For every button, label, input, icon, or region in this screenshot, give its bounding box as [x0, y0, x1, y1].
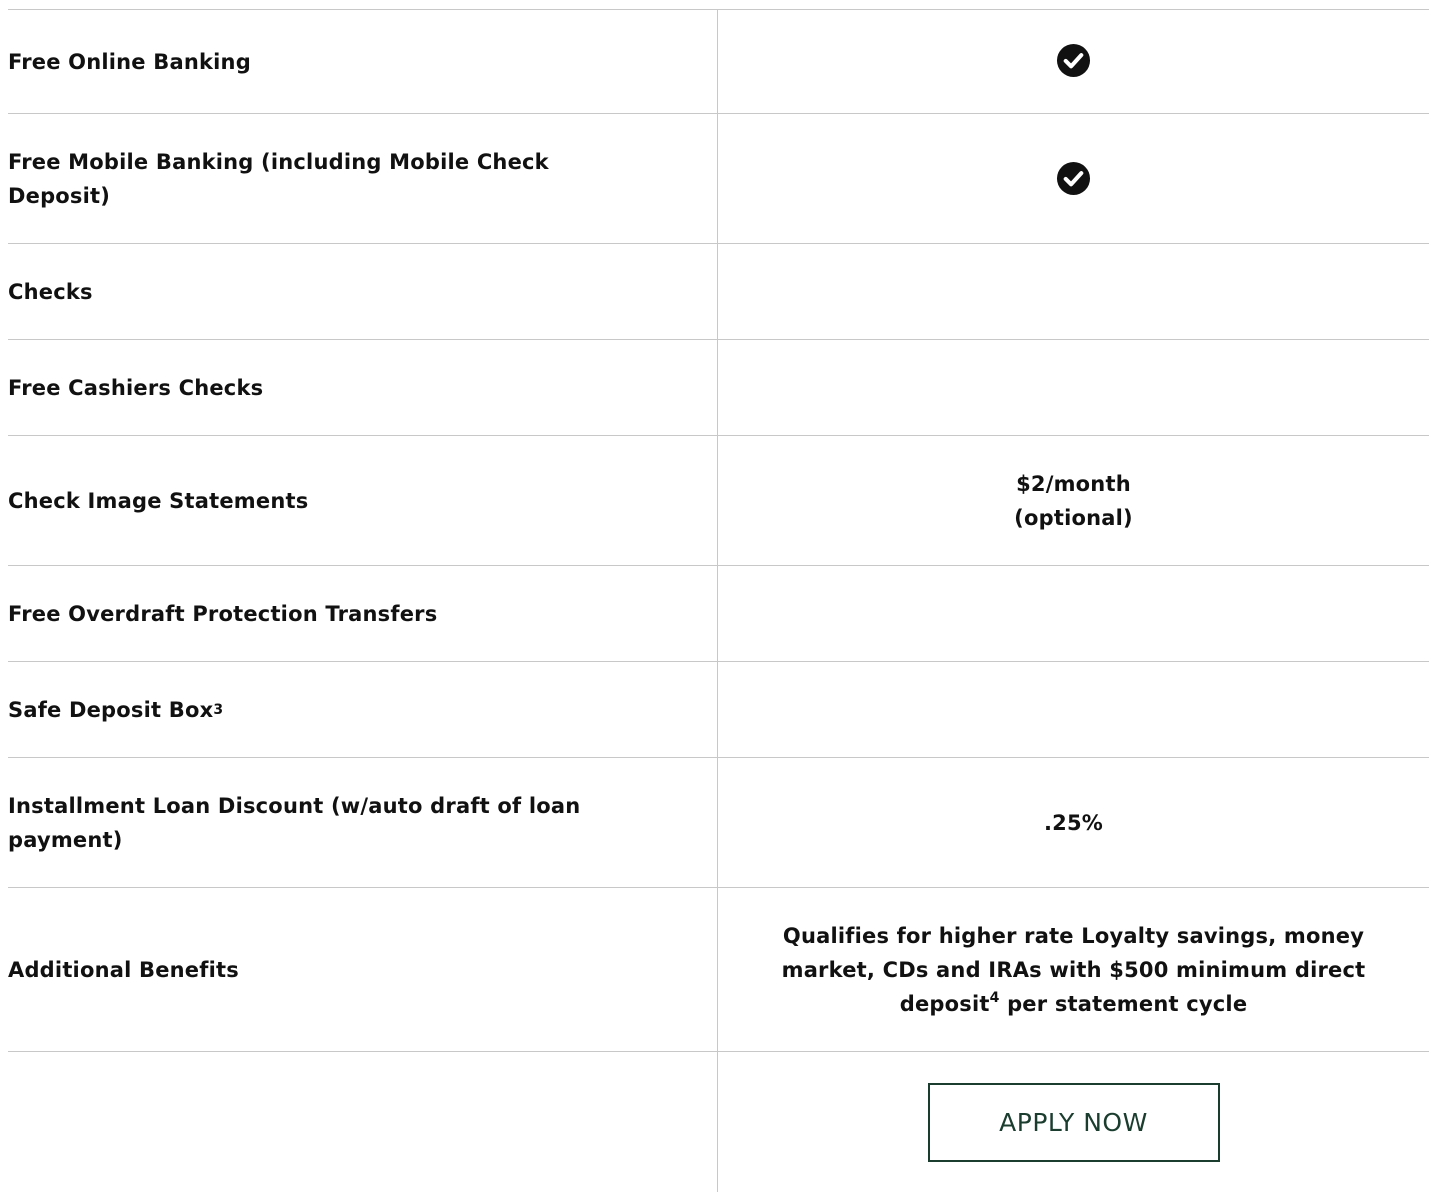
table-row: Free Cashiers Checks — [8, 340, 1429, 436]
feature-value — [718, 662, 1429, 757]
feature-value — [718, 114, 1429, 243]
table-row: Free Online Banking — [8, 10, 1429, 114]
footnote-marker: 4 — [989, 989, 1000, 1006]
feature-value — [718, 244, 1429, 339]
feature-value: Qualifies for higher rate Loyalty saving… — [718, 888, 1429, 1051]
features-table: Free Online Banking Free Mobile Banking … — [8, 9, 1429, 1192]
check-circle-icon — [1056, 43, 1091, 78]
table-row: APPLY NOW — [8, 1052, 1429, 1192]
feature-label-text: Safe Deposit Box — [8, 697, 214, 722]
table-row: Installment Loan Discount (w/auto draft … — [8, 758, 1429, 888]
benefits-text: Qualifies for higher rate Loyalty saving… — [781, 923, 1366, 1016]
feature-label: Check Image Statements — [8, 436, 718, 565]
action-cell: APPLY NOW — [718, 1052, 1429, 1192]
feature-label: Safe Deposit Box 3 — [8, 662, 718, 757]
feature-value: .25% — [1043, 810, 1104, 835]
table-row: Free Overdraft Protection Transfers — [8, 566, 1429, 662]
feature-value — [718, 340, 1429, 435]
feature-label: Free Mobile Banking (including Mobile Ch… — [8, 114, 718, 243]
feature-label: Free Online Banking — [8, 10, 718, 113]
price-note: (optional) — [1014, 505, 1133, 530]
table-row: Check Image Statements $2/month (optiona… — [8, 436, 1429, 566]
table-row: Additional Benefits Qualifies for higher… — [8, 888, 1429, 1052]
feature-label: Additional Benefits — [8, 888, 718, 1051]
empty-cell — [8, 1052, 718, 1192]
price-text: $2/month — [1016, 471, 1131, 496]
check-circle-icon — [1056, 161, 1091, 196]
feature-label: Checks — [8, 244, 718, 339]
feature-label: Free Cashiers Checks — [8, 340, 718, 435]
feature-value — [718, 10, 1429, 113]
table-row: Checks — [8, 244, 1429, 340]
feature-value: $2/month (optional) — [718, 436, 1429, 565]
feature-value — [718, 566, 1429, 661]
feature-label: Installment Loan Discount (w/auto draft … — [8, 758, 718, 887]
feature-label: Free Overdraft Protection Transfers — [8, 566, 718, 661]
apply-now-button[interactable]: APPLY NOW — [927, 1083, 1220, 1162]
table-row: Free Mobile Banking (including Mobile Ch… — [8, 114, 1429, 244]
table-row: Safe Deposit Box 3 — [8, 662, 1429, 758]
